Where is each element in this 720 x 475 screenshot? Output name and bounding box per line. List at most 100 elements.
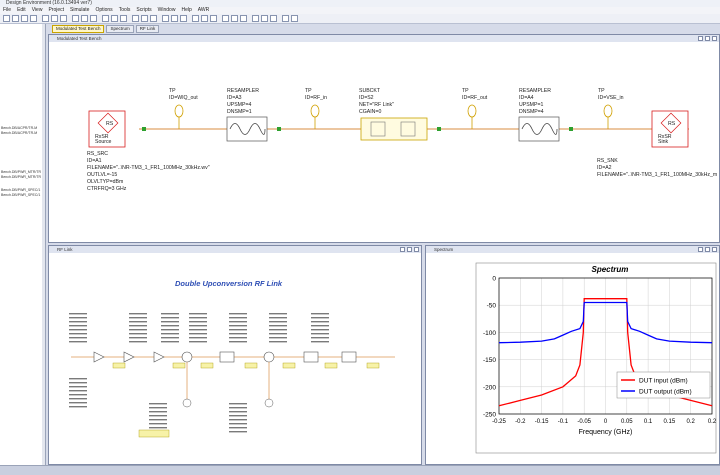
toolbar-button[interactable] — [270, 15, 277, 22]
minimize-button[interactable] — [400, 247, 405, 252]
parameter-text — [129, 317, 147, 319]
menu-item-simulate[interactable]: Simulate — [70, 7, 89, 14]
x-tick-label: -0.2 — [515, 419, 526, 425]
toolbar-button[interactable] — [102, 15, 109, 22]
test-point-3[interactable]: TP ID=RF_out — [462, 88, 488, 129]
toolbar-button[interactable] — [81, 15, 88, 22]
toolbar-button[interactable] — [252, 15, 259, 22]
menu-item-edit[interactable]: Edit — [17, 7, 26, 14]
toolbar-button[interactable] — [171, 15, 178, 22]
toolbar-button[interactable] — [30, 15, 37, 22]
parameter-text — [69, 337, 87, 339]
app-title: Design Environment (16.0.13494 ver7) — [6, 0, 92, 6]
toolbar-button[interactable] — [192, 15, 199, 22]
sink-name: RS_SNK — [597, 158, 618, 164]
close-button[interactable] — [712, 247, 717, 252]
menu-item-view[interactable]: View — [32, 7, 43, 14]
toolbar-button[interactable] — [141, 15, 148, 22]
parameter-text — [189, 321, 207, 323]
project-tree-item[interactable]: Bench.DB/PWR_SPEC/1 — [1, 193, 40, 197]
toolbar-button[interactable] — [12, 15, 19, 22]
rflink-window-buttons — [400, 247, 419, 252]
port-node — [569, 127, 573, 131]
project-tree-item[interactable]: Bench.DB/ACPR/TR-M — [1, 126, 37, 130]
toolbar-button[interactable] — [111, 15, 118, 22]
toolbar-button[interactable] — [51, 15, 58, 22]
subckt-id: ID=S2 — [359, 95, 374, 101]
legend-label: DUT input (dBm) — [639, 378, 688, 385]
toolbar-button[interactable] — [261, 15, 268, 22]
parameter-text — [149, 415, 167, 417]
subcircuit-block[interactable]: SUBCKT ID=S2 NET="RF Link" CGAIN=0 — [359, 88, 428, 141]
parameter-text — [269, 321, 287, 323]
toolbar-button[interactable] — [222, 15, 229, 22]
menu-item-project[interactable]: Project — [48, 7, 64, 14]
project-tree-item[interactable]: Bench.DB/PWR_SPEC/1 — [1, 188, 40, 192]
toolbar-button[interactable] — [60, 15, 67, 22]
tab-rf-link[interactable]: RF Link — [135, 25, 160, 33]
parameter-text — [129, 325, 147, 327]
toolbar-button[interactable] — [3, 15, 10, 22]
rs-source-block[interactable]: RS RxSR Source — [88, 110, 126, 148]
resampler-1-block[interactable]: RESAMPLER ID=A3 UPSMP=4 DNSMP=1 — [226, 88, 268, 142]
menu-item-help[interactable]: Help — [181, 7, 191, 14]
parameter-text — [69, 333, 87, 335]
resampler1-id: ID=A3 — [227, 95, 242, 101]
toolbar-button[interactable] — [162, 15, 169, 22]
menu-item-window[interactable]: Window — [158, 7, 176, 14]
toolbar-button[interactable] — [90, 15, 97, 22]
toolbar-button[interactable] — [21, 15, 28, 22]
menu-item-awr[interactable]: AWR — [198, 7, 209, 14]
toolbar-button[interactable] — [291, 15, 298, 22]
meter-tag — [366, 362, 380, 369]
toolbar — [0, 14, 720, 24]
minimize-button[interactable] — [698, 247, 703, 252]
schematic-canvas[interactable]: RS RxSR Source RS_SRC ID=A1 FILENAME="..… — [49, 42, 719, 242]
toolbar-button[interactable] — [150, 15, 157, 22]
rflink-canvas[interactable]: Double Upconversion RF Link — [49, 253, 421, 463]
menu-item-tools[interactable]: Tools — [119, 7, 131, 14]
parameter-text — [161, 325, 179, 327]
toolbar-button[interactable] — [120, 15, 127, 22]
toolbar-button[interactable] — [282, 15, 289, 22]
menu-item-options[interactable]: Options — [95, 7, 112, 14]
menu-item-file[interactable]: File — [3, 7, 11, 14]
menu-item-scripts[interactable]: Scripts — [136, 7, 151, 14]
parameter-text — [269, 325, 287, 327]
subckt-net: NET="RF Link" — [359, 102, 394, 108]
test-point-1[interactable]: TP ID=WIQ_out — [169, 88, 198, 129]
project-tree-item[interactable]: Bench.DB/PWR_MTR/TR — [1, 170, 41, 174]
toolbar-button[interactable] — [132, 15, 139, 22]
test-point-4[interactable]: TP ID=VSE_in — [598, 88, 624, 129]
tab-spectrum[interactable]: Spectrum — [106, 25, 134, 33]
x-tick-label: -0.1 — [558, 419, 569, 425]
toolbar-button[interactable] — [180, 15, 187, 22]
project-tree-item[interactable]: Bench.DB/PWR_MTR/TR — [1, 175, 41, 179]
resampler1-upsmp: UPSMP=4 — [227, 102, 251, 108]
spectrum-chart[interactable]: Spectrum 0 -50 -100 -150 -200 -250-0.25 -0.2 -0.… — [426, 253, 719, 463]
toolbar-button[interactable] — [42, 15, 49, 22]
x-tick-label: -0.25 — [492, 419, 506, 425]
toolbar-button[interactable] — [231, 15, 238, 22]
minimize-button[interactable] — [698, 36, 703, 41]
project-browser-scrollbar[interactable] — [42, 24, 45, 465]
resampler-2-block[interactable]: RESAMPLER ID=A4 UPSMP=1 DNSMP=4 — [518, 88, 560, 142]
parameter-text — [149, 407, 167, 409]
close-button[interactable] — [712, 36, 717, 41]
parameter-text — [161, 317, 179, 319]
tab-modulated-test-bench[interactable]: Modulated Test Bench — [52, 25, 105, 33]
test-point-2[interactable]: TP ID=RF_in — [305, 88, 327, 129]
toolbar-button[interactable] — [240, 15, 247, 22]
project-tree-item[interactable]: Bench.DB/ACPR/TR-M — [1, 131, 37, 135]
toolbar-button[interactable] — [201, 15, 208, 22]
close-button[interactable] — [414, 247, 419, 252]
maximize-button[interactable] — [705, 247, 710, 252]
toolbar-button[interactable] — [72, 15, 79, 22]
amplifier-symbol — [123, 351, 135, 363]
x-tick-label: 0.2 — [708, 419, 717, 425]
maximize-button[interactable] — [407, 247, 412, 252]
parameter-text — [229, 415, 247, 417]
maximize-button[interactable] — [705, 36, 710, 41]
toolbar-button[interactable] — [210, 15, 217, 22]
rs-sink-block[interactable]: RS RxSR Sink — [651, 110, 689, 148]
